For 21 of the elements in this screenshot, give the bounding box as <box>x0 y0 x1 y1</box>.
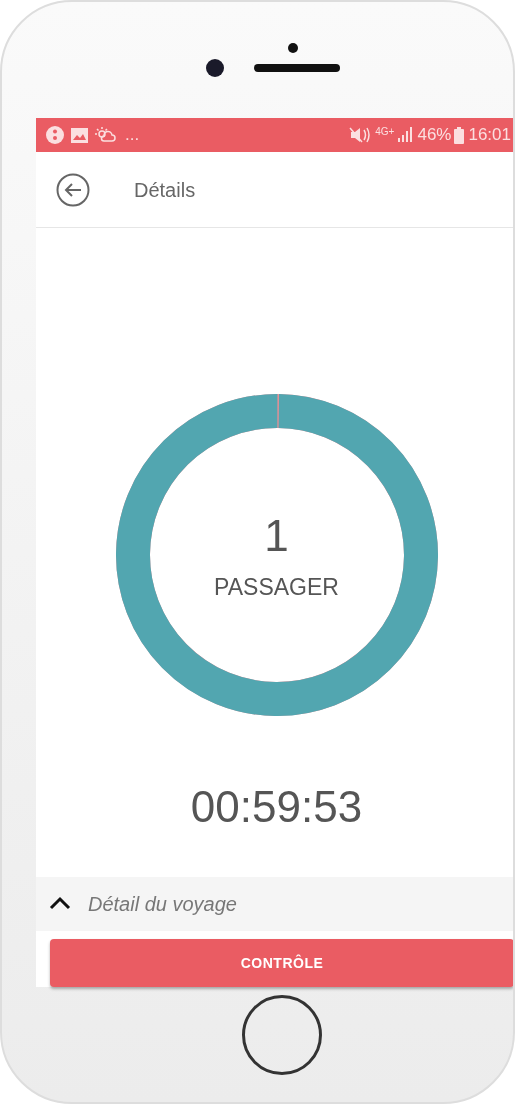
image-icon <box>71 127 88 143</box>
passenger-label: PASSAGER <box>214 572 339 602</box>
status-time: 16:01 <box>468 124 511 147</box>
back-icon[interactable] <box>56 172 90 207</box>
screen-title: Détails <box>134 177 196 203</box>
control-button[interactable]: CONTRÔLE <box>50 939 513 987</box>
trip-details-toggle[interactable]: Détail du voyage <box>36 877 513 931</box>
battery-percent: 46% <box>417 124 452 147</box>
countdown-timer: 00:59:53 <box>190 781 363 833</box>
passenger-count: 1 <box>264 513 289 558</box>
weather-icon <box>95 127 117 143</box>
chevron-icon <box>48 896 72 912</box>
alert-icon <box>46 126 64 144</box>
network-label: 4G+ <box>375 125 395 139</box>
camera-icon <box>205 59 224 77</box>
sensor-dot <box>287 43 298 53</box>
mute-icon <box>349 127 372 143</box>
status-text: ... <box>125 124 140 147</box>
home-button[interactable] <box>242 995 322 1075</box>
battery-icon <box>454 126 465 144</box>
signal-icon <box>397 127 414 143</box>
